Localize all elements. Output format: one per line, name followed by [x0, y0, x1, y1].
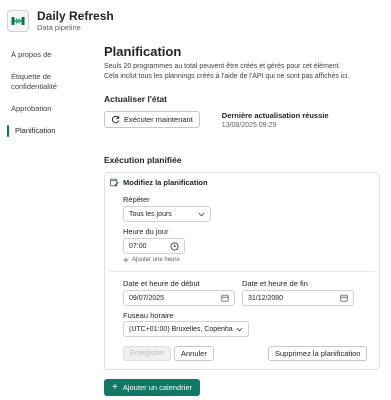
refresh-status-title: Actualiser l'état — [104, 94, 167, 104]
start-date-label: Date et heure de début — [123, 279, 200, 288]
add-calendar-button[interactable]: + Ajouter un calendrier — [104, 379, 201, 396]
pipeline-icon — [7, 10, 29, 32]
end-date-input[interactable]: 31/12/2080 — [242, 290, 354, 306]
sidebar-item-approval[interactable]: Approbation — [8, 102, 88, 116]
description-line-1: Seuls 20 programmes au total peuvent êtr… — [104, 63, 341, 70]
calendar-icon — [221, 294, 229, 302]
last-refresh-value: 13/08/2025 09:29 — [221, 122, 277, 129]
app-title: Daily Refresh — [37, 8, 114, 23]
app-header: Daily Refresh Data pipeline — [7, 8, 114, 34]
delete-schedule-button[interactable]: Supprimez la planification — [268, 346, 368, 361]
last-refresh-label: Dernière actualisation réussie — [221, 111, 329, 120]
plus-icon: + — [112, 381, 118, 393]
plus-icon — [123, 257, 129, 263]
run-now-button[interactable]: Exécuter maintenant — [104, 111, 200, 128]
start-date-input[interactable]: 09/07/2025 — [123, 290, 235, 306]
main-content: Planification Seuls 20 programmes au tot… — [104, 44, 384, 131]
sidebar-item-about[interactable]: À propos de — [8, 48, 88, 62]
end-date-label: Date et heure de fin — [242, 279, 308, 288]
schedule-card: Modifiez la planification Répéter Tous l… — [104, 172, 380, 370]
refresh-icon — [111, 115, 120, 124]
repeat-select[interactable]: Tous les jours — [123, 206, 211, 222]
sidebar-item-sensitivity-label[interactable]: Étiquette de confidentialité — [8, 70, 88, 94]
scheduled-run-title: Exécution planifiée — [104, 155, 182, 165]
time-input[interactable]: 07:00 — [123, 238, 185, 254]
sidebar-item-schedule[interactable]: Planification — [7, 124, 88, 138]
settings-sidebar: À propos de Étiquette de confidentialité… — [7, 48, 88, 146]
add-time-link[interactable]: Ajouter une heure — [123, 257, 180, 263]
app-subtitle: Data pipeline — [37, 22, 81, 32]
repeat-label: Répéter — [123, 195, 150, 204]
calendar-icon — [340, 294, 348, 302]
page-title: Planification — [104, 44, 182, 59]
time-of-day-label: Heure du jour — [123, 227, 169, 236]
edit-schedule-title: Modifiez la planification — [123, 178, 208, 187]
timezone-label: Fuseau horaire — [123, 311, 174, 320]
divider — [109, 271, 375, 272]
timezone-select[interactable]: (UTC+01:00) Bruxelles, Copenhag — [123, 321, 249, 337]
chevron-down-icon — [236, 327, 243, 332]
edit-schedule-icon — [110, 178, 119, 187]
chevron-down-icon — [198, 212, 205, 217]
save-button[interactable]: Enregistrer — [123, 346, 172, 361]
clock-icon — [170, 241, 179, 251]
cancel-button[interactable]: Annuler — [174, 346, 214, 361]
description-line-2: Cela inclut tous les plannings créés à l… — [104, 73, 350, 80]
